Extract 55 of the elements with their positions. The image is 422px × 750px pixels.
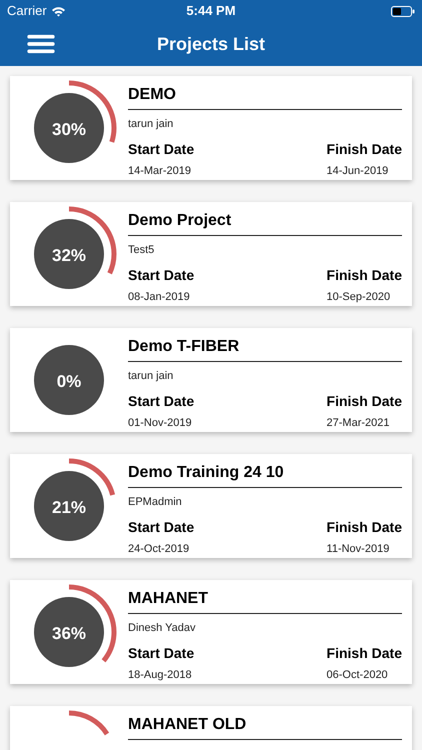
start-date-label: Start Date bbox=[128, 645, 194, 662]
finish-date: 27-Mar-2021 bbox=[326, 416, 391, 430]
start-date: 14-Mar-2019 bbox=[128, 164, 192, 178]
finish-date-label: Finish Date bbox=[326, 393, 402, 410]
owner-name: tarun jain bbox=[128, 370, 174, 382]
finish-date: 14-Jun-2019 bbox=[326, 164, 390, 178]
percent-label: 30% bbox=[52, 120, 86, 139]
finish-date-label: Finish Date bbox=[326, 519, 402, 536]
finish-date: 11-Nov-2019 bbox=[326, 542, 390, 556]
owner-name: Dinesh Yadav bbox=[128, 622, 196, 634]
start-date: 18-Aug-2018 bbox=[128, 668, 193, 682]
screen-title: Projects List bbox=[156, 32, 266, 56]
owner-name: EPMadmin bbox=[128, 496, 182, 508]
finish-date: 10-Sep-2020 bbox=[326, 290, 392, 304]
finish-date-label: Finish Date bbox=[326, 141, 402, 158]
progress-disc bbox=[34, 93, 104, 163]
progress-disc bbox=[34, 345, 104, 415]
owner-name: Test5 bbox=[128, 244, 154, 256]
start-date-label: Start Date bbox=[128, 393, 194, 410]
battery-icon bbox=[390, 6, 415, 16]
project-name: Demo Project bbox=[128, 212, 232, 229]
project-card[interactable]: 21% Demo Training 24 10 EPMadmin Start Date 24-Oct-2019 Finish Date 11-Nov-2019 bbox=[10, 454, 412, 558]
project-card[interactable]: MAHANET OLD bbox=[10, 706, 412, 750]
wifi-icon bbox=[50, 6, 66, 16]
project-name: Demo Training 24 10 bbox=[128, 464, 284, 481]
start-date-label: Start Date bbox=[128, 519, 194, 536]
start-date: 01-Nov-2019 bbox=[128, 416, 193, 430]
project-card[interactable]: 0% Demo T-FIBER tarun jain Start Date 01-Nov-2019 Finish Date 27-Mar-2021 bbox=[10, 328, 412, 432]
project-card[interactable]: 36% MAHANET Dinesh Yadav Start Date 18-Aug-2018 Finish Date 06-Oct-2020 bbox=[10, 580, 412, 684]
owner-name: tarun jain bbox=[128, 118, 174, 130]
percent-label: 32% bbox=[52, 246, 86, 265]
progress-arc bbox=[68, 710, 110, 736]
progress-disc bbox=[34, 471, 104, 541]
start-date-label: Start Date bbox=[128, 267, 194, 284]
project-name: Demo T-FIBER bbox=[128, 338, 240, 355]
percent-label: 36% bbox=[52, 624, 86, 643]
project-name: MAHANET OLD bbox=[128, 716, 246, 733]
clock-label: 5:44 PM bbox=[186, 2, 236, 20]
finish-date-label: Finish Date bbox=[326, 645, 402, 662]
percent-label: 0% bbox=[56, 372, 82, 391]
finish-date: 06-Oct-2020 bbox=[326, 668, 389, 682]
progress-disc bbox=[34, 219, 104, 289]
project-card[interactable]: 30% DEMO tarun jain Start Date 14-Mar-2019 Finish Date 14-Jun-2019 bbox=[10, 76, 412, 180]
start-date: 08-Jan-2019 bbox=[128, 290, 191, 304]
progress-disc bbox=[34, 597, 104, 667]
percent-label: 21% bbox=[52, 498, 86, 517]
project-name: MAHANET bbox=[128, 590, 208, 607]
menu-button[interactable] bbox=[26, 32, 56, 56]
project-name: DEMO bbox=[128, 86, 176, 103]
project-card[interactable]: 32% Demo Project Test5 Start Date 08-Jan-2019 Finish Date 10-Sep-2020 bbox=[10, 202, 412, 306]
menu-icon bbox=[26, 34, 56, 54]
start-date-label: Start Date bbox=[128, 141, 194, 158]
start-date: 24-Oct-2019 bbox=[128, 542, 190, 556]
finish-date-label: Finish Date bbox=[326, 267, 402, 284]
carrier-label: Carrier bbox=[7, 2, 47, 20]
